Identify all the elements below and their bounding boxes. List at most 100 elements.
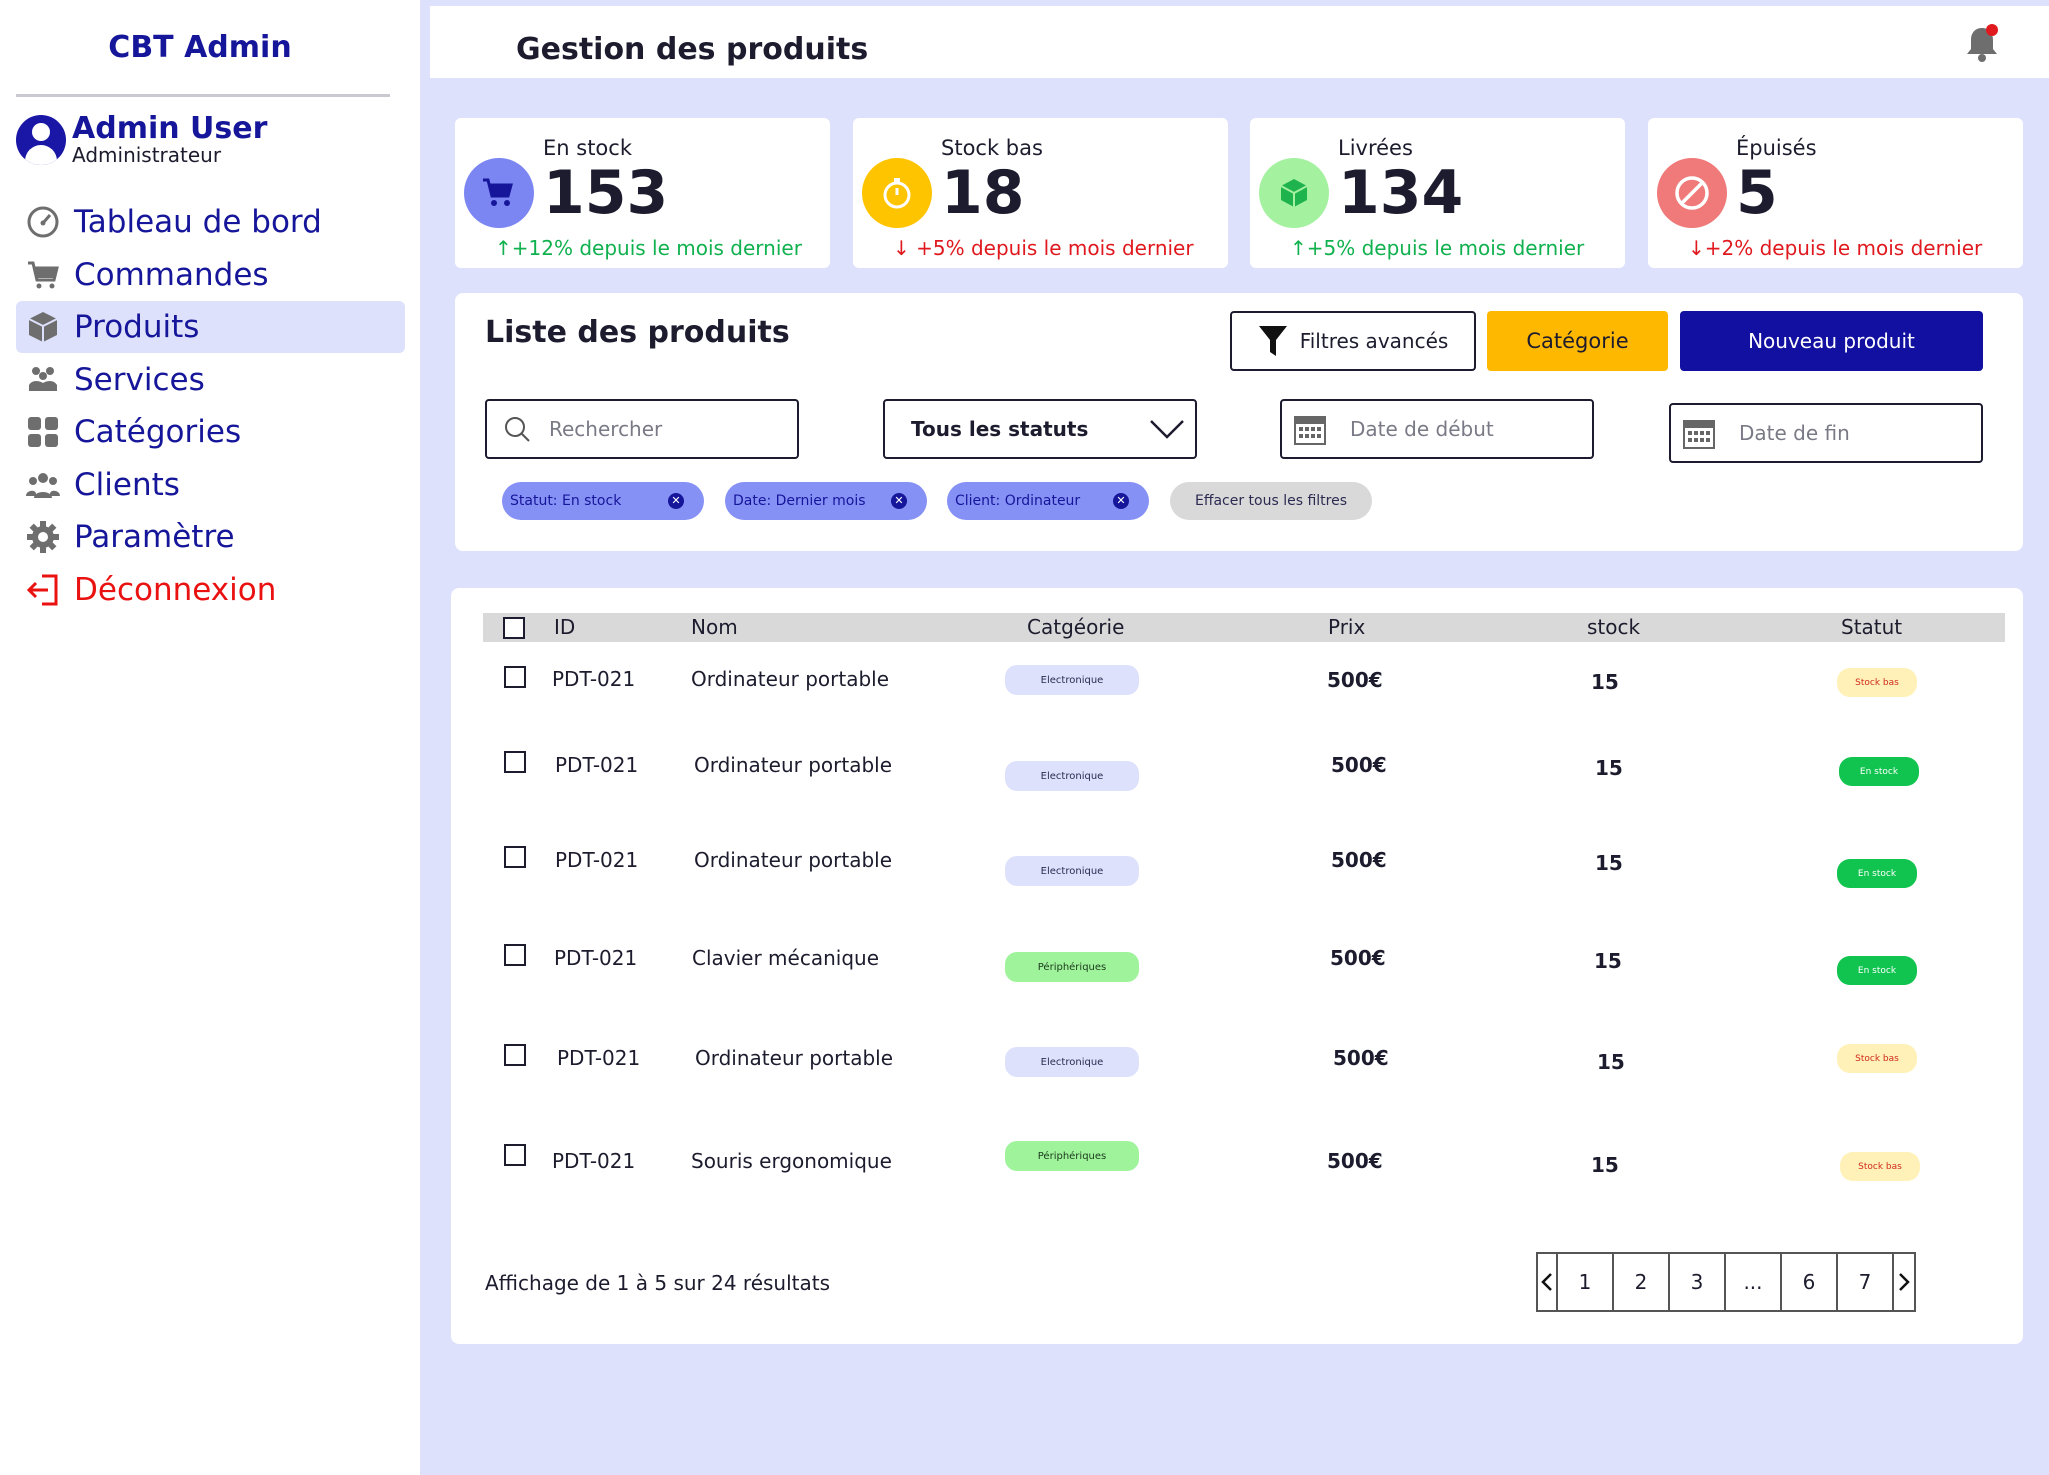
brand-logo[interactable]: CBT Admin	[0, 30, 400, 65]
row-checkbox[interactable]	[504, 1044, 526, 1066]
status-select[interactable]: Tous les statuts	[883, 399, 1197, 459]
remove-chip-icon[interactable]: ✕	[668, 493, 684, 509]
cell-stock: 15	[1591, 1153, 1619, 1177]
sidebar-item-label: Déconnexion	[74, 571, 277, 608]
product-table-panel: ID Nom Catgéorie Prix stock Statut PDT-0…	[451, 588, 2023, 1344]
cart-icon	[464, 158, 534, 228]
services-icon	[26, 363, 60, 397]
chevron-down-icon	[1149, 419, 1185, 439]
column-header-name[interactable]: Nom	[691, 615, 738, 639]
prev-page-button[interactable]	[1538, 1254, 1558, 1310]
results-summary: Affichage de 1 à 5 sur 24 résultats	[485, 1271, 831, 1295]
row-checkbox[interactable]	[504, 666, 526, 688]
page-button-6[interactable]: 6	[1782, 1254, 1838, 1310]
cell-stock: 15	[1597, 1050, 1625, 1074]
column-header-stock[interactable]: stock	[1587, 615, 1640, 639]
column-header-status[interactable]: Statut	[1841, 615, 1902, 639]
status-select-value: Tous les statuts	[911, 417, 1089, 441]
category-button[interactable]: Catégorie	[1487, 311, 1668, 371]
arrow-up-icon: ↑	[1290, 236, 1307, 260]
stat-delta: ↓ +5% depuis le mois dernier	[893, 236, 1194, 260]
top-header: Gestion des produits	[430, 6, 2049, 78]
gear-icon	[26, 520, 60, 554]
cell-name: Ordinateur portable	[694, 753, 893, 777]
stat-label: Livrées	[1338, 136, 1413, 160]
remove-chip-icon[interactable]: ✕	[891, 493, 907, 509]
stat-card-sold-out: Épuisés 5 ↓+2% depuis le mois dernier	[1648, 118, 2023, 268]
search-placeholder: Rechercher	[549, 417, 663, 441]
sidebar-item-settings[interactable]: Paramètre	[16, 511, 405, 563]
grid-icon	[26, 415, 60, 449]
sidebar-divider	[16, 94, 390, 97]
start-date-placeholder: Date de début	[1350, 417, 1494, 441]
filter-chip-label: Date: Dernier mois	[733, 493, 866, 509]
filter-chip-status[interactable]: Statut: En stock ✕	[502, 482, 704, 520]
sidebar-item-label: Produits	[74, 309, 200, 345]
user-profile[interactable]: Admin User Administrateur	[16, 114, 267, 165]
page-button-7[interactable]: 7	[1838, 1254, 1894, 1310]
cell-name: Ordinateur portable	[691, 667, 890, 691]
search-input[interactable]: Rechercher	[485, 399, 799, 459]
page-button-3[interactable]: 3	[1670, 1254, 1726, 1310]
arrow-down-icon: ↓	[893, 236, 917, 260]
select-all-checkbox[interactable]	[503, 617, 525, 639]
stat-delta: ↑+12% depuis le mois dernier	[495, 236, 802, 260]
row-checkbox[interactable]	[504, 846, 526, 868]
avatar-icon	[16, 114, 66, 165]
notification-bell-icon[interactable]	[1965, 24, 1999, 64]
column-header-price[interactable]: Prix	[1328, 615, 1365, 639]
sidebar-item-label: Paramètre	[74, 519, 235, 555]
filter-chip-date[interactable]: Date: Dernier mois ✕	[725, 482, 927, 520]
product-list-controls: Liste des produits Filtres avancés Catég…	[455, 293, 2023, 551]
sidebar-item-label: Tableau de bord	[74, 204, 322, 240]
stat-label: Stock bas	[941, 136, 1043, 160]
cell-price: 500€	[1327, 1149, 1383, 1173]
start-date-field[interactable]: Date de début	[1280, 399, 1594, 459]
sidebar-item-orders[interactable]: Commandes	[16, 249, 405, 301]
package-icon	[1259, 158, 1329, 228]
sidebar-item-categories[interactable]: Catégories	[16, 406, 405, 458]
sidebar-item-services[interactable]: Services	[16, 354, 405, 406]
category-badge: Electronique	[1005, 1047, 1139, 1077]
end-date-field[interactable]: Date de fin	[1669, 403, 1983, 463]
row-checkbox[interactable]	[504, 944, 526, 966]
user-role: Administrateur	[72, 143, 222, 167]
cell-id: PDT-021	[555, 753, 639, 777]
page-button-2[interactable]: 2	[1614, 1254, 1670, 1310]
cell-id: PDT-021	[552, 667, 636, 691]
sidebar-item-dashboard[interactable]: Tableau de bord	[16, 196, 405, 248]
advanced-filters-button[interactable]: Filtres avancés	[1230, 311, 1476, 371]
stat-value: 153	[543, 158, 669, 228]
cell-id: PDT-021	[552, 1149, 636, 1173]
column-header-category[interactable]: Catgéorie	[1027, 615, 1124, 639]
next-page-button[interactable]	[1894, 1254, 1914, 1310]
cell-name: Ordinateur portable	[695, 1046, 894, 1070]
table-header: ID Nom Catgéorie Prix stock Statut	[483, 613, 2005, 642]
filter-chip-client[interactable]: Client: Ordinateur ✕	[947, 482, 1149, 520]
sidebar-item-products[interactable]: Produits	[16, 301, 405, 353]
category-badge: Electronique	[1005, 665, 1139, 695]
cell-price: 500€	[1333, 1046, 1389, 1070]
page-ellipsis: ...	[1726, 1254, 1782, 1310]
cell-stock: 15	[1595, 756, 1623, 780]
column-header-id[interactable]: ID	[554, 615, 575, 639]
row-checkbox[interactable]	[504, 751, 526, 773]
new-product-button[interactable]: Nouveau produit	[1680, 311, 1983, 371]
sidebar-item-logout[interactable]: Déconnexion	[16, 564, 405, 616]
category-badge: Electronique	[1005, 761, 1139, 791]
stat-card-in-stock: En stock 153 ↑+12% depuis le mois dernie…	[455, 118, 830, 268]
arrow-up-icon: ↑	[495, 236, 512, 260]
cell-name: Souris ergonomique	[691, 1149, 892, 1173]
row-checkbox[interactable]	[504, 1144, 526, 1166]
cell-name: Ordinateur portable	[694, 848, 893, 872]
user-name: Admin User	[72, 111, 268, 146]
search-icon	[503, 415, 531, 443]
status-badge: Stock bas	[1837, 1044, 1917, 1073]
remove-chip-icon[interactable]: ✕	[1113, 493, 1129, 509]
arrow-down-icon: ↓	[1688, 236, 1705, 260]
stat-card-low-stock: Stock bas 18 ↓ +5% depuis le mois dernie…	[853, 118, 1228, 268]
page-button-1[interactable]: 1	[1558, 1254, 1614, 1310]
category-badge: Périphériques	[1005, 952, 1139, 982]
clear-filters-button[interactable]: Effacer tous les filtres	[1170, 482, 1372, 520]
sidebar-item-clients[interactable]: Clients	[16, 459, 405, 511]
